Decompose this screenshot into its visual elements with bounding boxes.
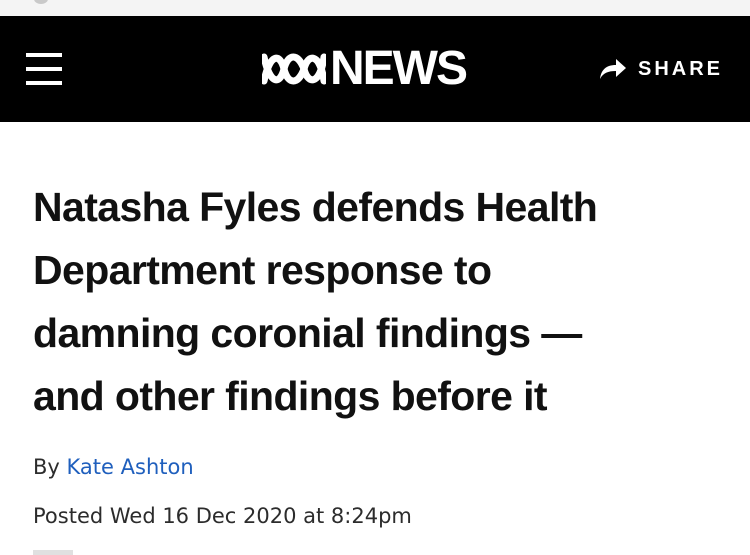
- headline-line: Department response to: [33, 247, 492, 293]
- headline-line: damning coronial findings —: [33, 310, 582, 356]
- abc-news-logo[interactable]: NEWS: [262, 42, 468, 95]
- content-divider: [33, 550, 73, 555]
- posted-timestamp: Posted Wed 16 Dec 2020 at 8:24pm: [33, 504, 412, 528]
- share-button[interactable]: SHARE: [598, 54, 723, 84]
- byline: By Kate Ashton: [33, 455, 194, 479]
- status-strip: [0, 0, 750, 16]
- site-header: NEWS SHARE: [0, 16, 750, 122]
- share-label: SHARE: [638, 57, 724, 80]
- author-link[interactable]: Kate Ashton: [67, 455, 194, 479]
- menu-button[interactable]: [26, 53, 62, 85]
- headline-line: Natasha Fyles defends Health: [33, 184, 598, 230]
- abc-logo-icon: [262, 53, 326, 85]
- share-arrow-icon: [600, 59, 626, 79]
- status-dot: [34, 0, 48, 4]
- headline-line: and other findings before it: [33, 373, 548, 419]
- logo-text: NEWS: [330, 42, 468, 95]
- article-headline: Natasha Fyles defends Health Department …: [33, 176, 733, 428]
- byline-prefix: By: [33, 455, 60, 479]
